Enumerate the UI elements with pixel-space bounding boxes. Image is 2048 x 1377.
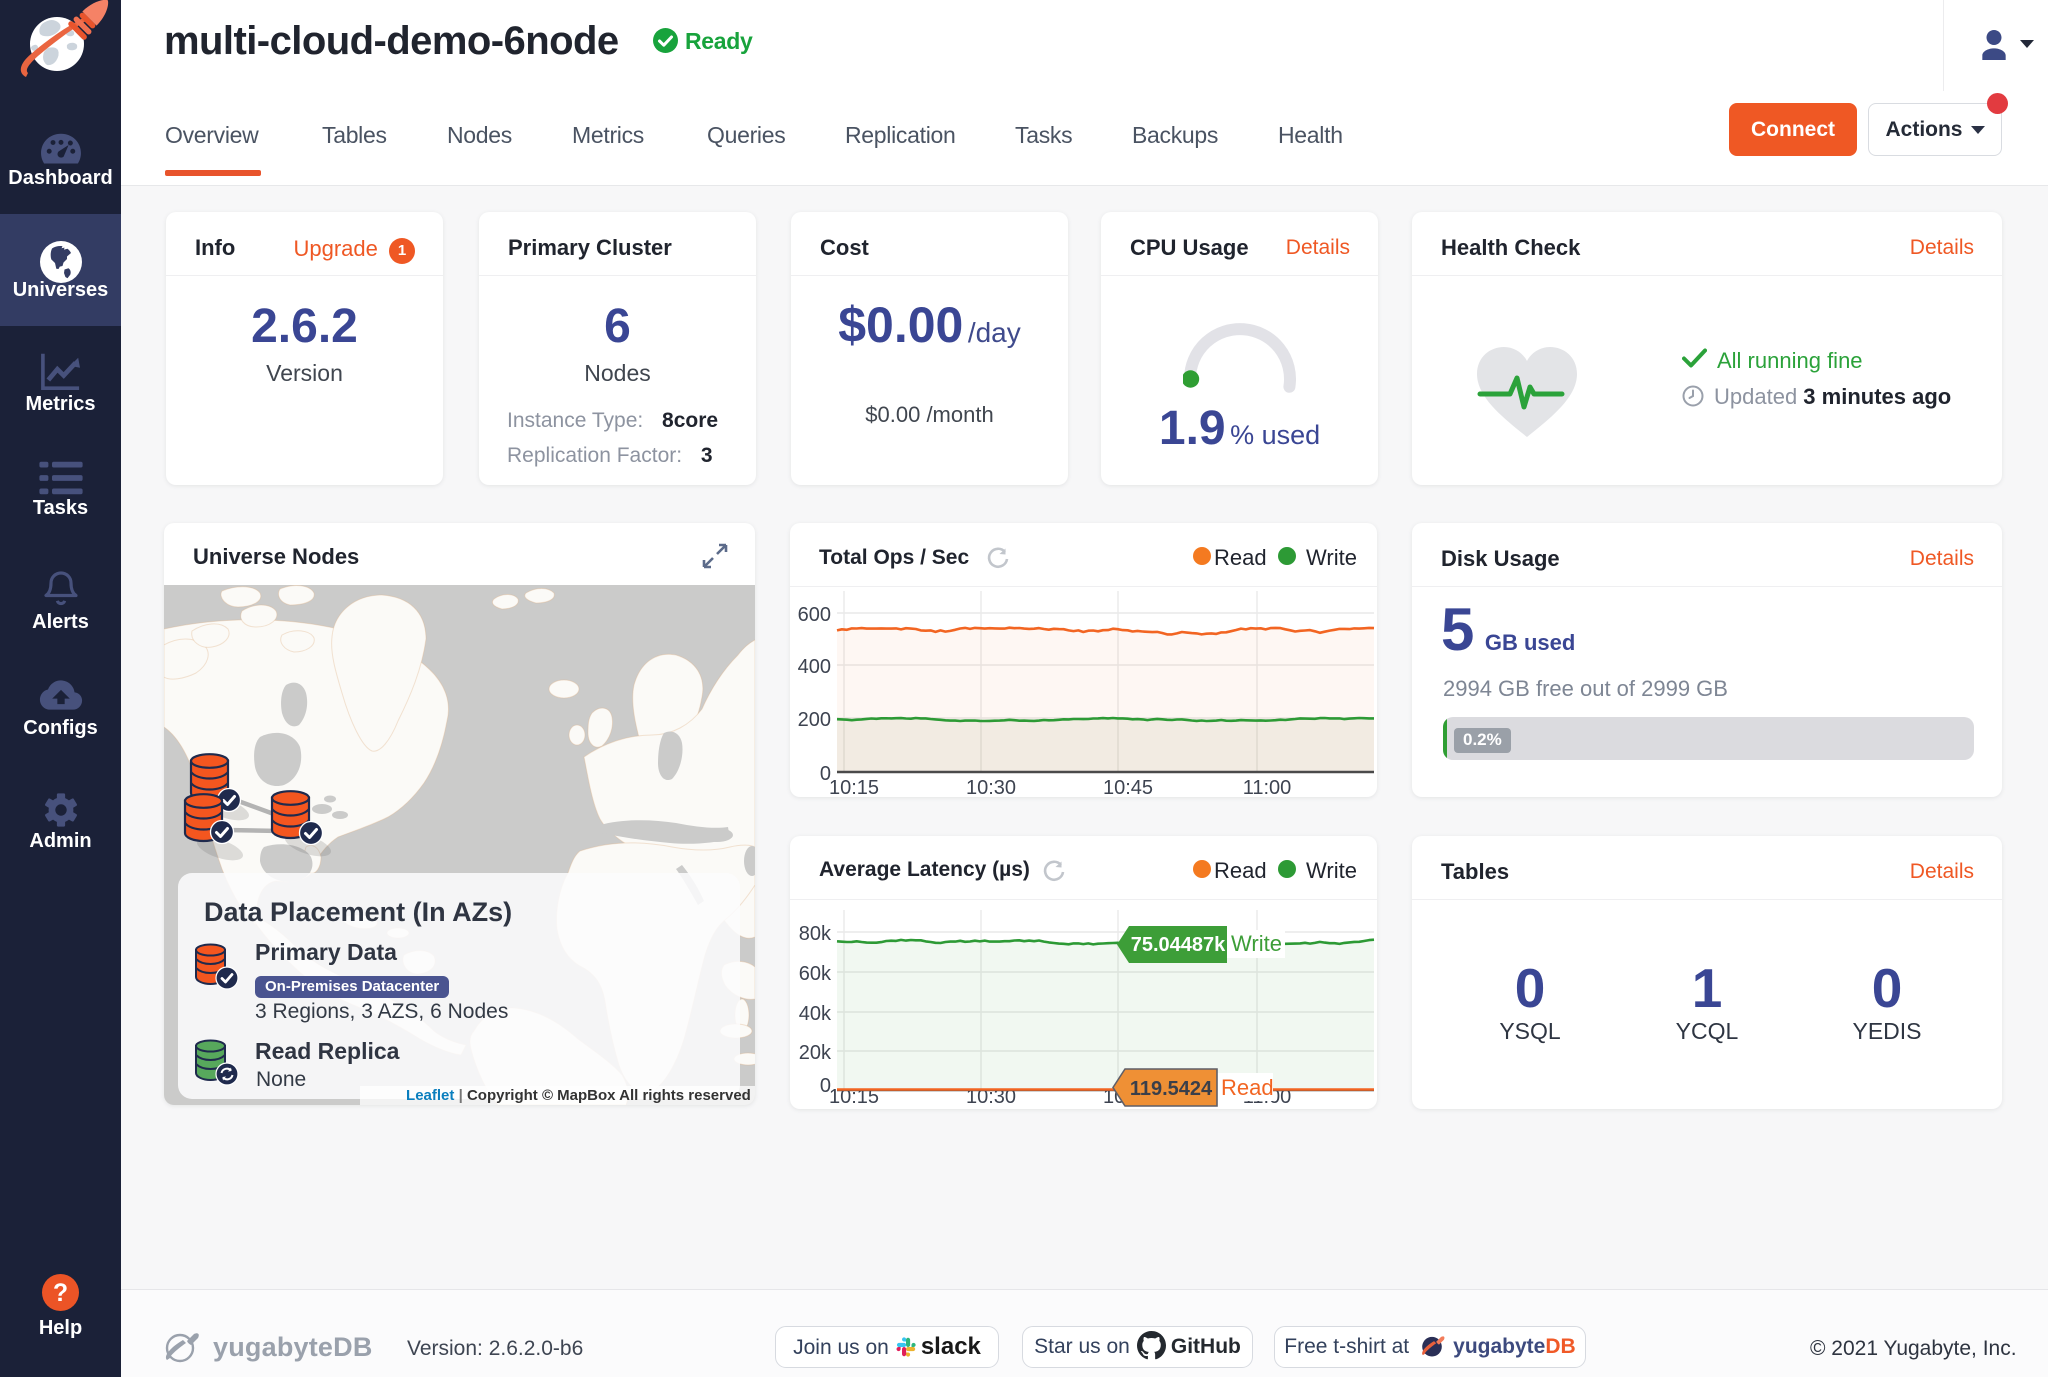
svg-text:80k: 80k bbox=[799, 923, 832, 945]
svg-text:10:45: 10:45 bbox=[1103, 777, 1153, 797]
svg-text:75.04487k: 75.04487k bbox=[1131, 934, 1226, 956]
svg-text:Write: Write bbox=[1231, 931, 1282, 956]
svg-text:400: 400 bbox=[798, 656, 831, 678]
svg-text:20k: 20k bbox=[799, 1042, 832, 1064]
svg-text:Read: Read bbox=[1221, 1075, 1274, 1100]
svg-text:600: 600 bbox=[798, 604, 831, 626]
svg-text:10:30: 10:30 bbox=[966, 777, 1016, 797]
svg-text:10:15: 10:15 bbox=[829, 777, 879, 797]
svg-text:40k: 40k bbox=[799, 1003, 832, 1025]
svg-text:60k: 60k bbox=[799, 963, 832, 985]
svg-text:200: 200 bbox=[798, 709, 831, 731]
svg-text:119.5424: 119.5424 bbox=[1130, 1078, 1213, 1100]
svg-text:?: ? bbox=[53, 1280, 68, 1307]
svg-text:11:00: 11:00 bbox=[1243, 777, 1292, 797]
